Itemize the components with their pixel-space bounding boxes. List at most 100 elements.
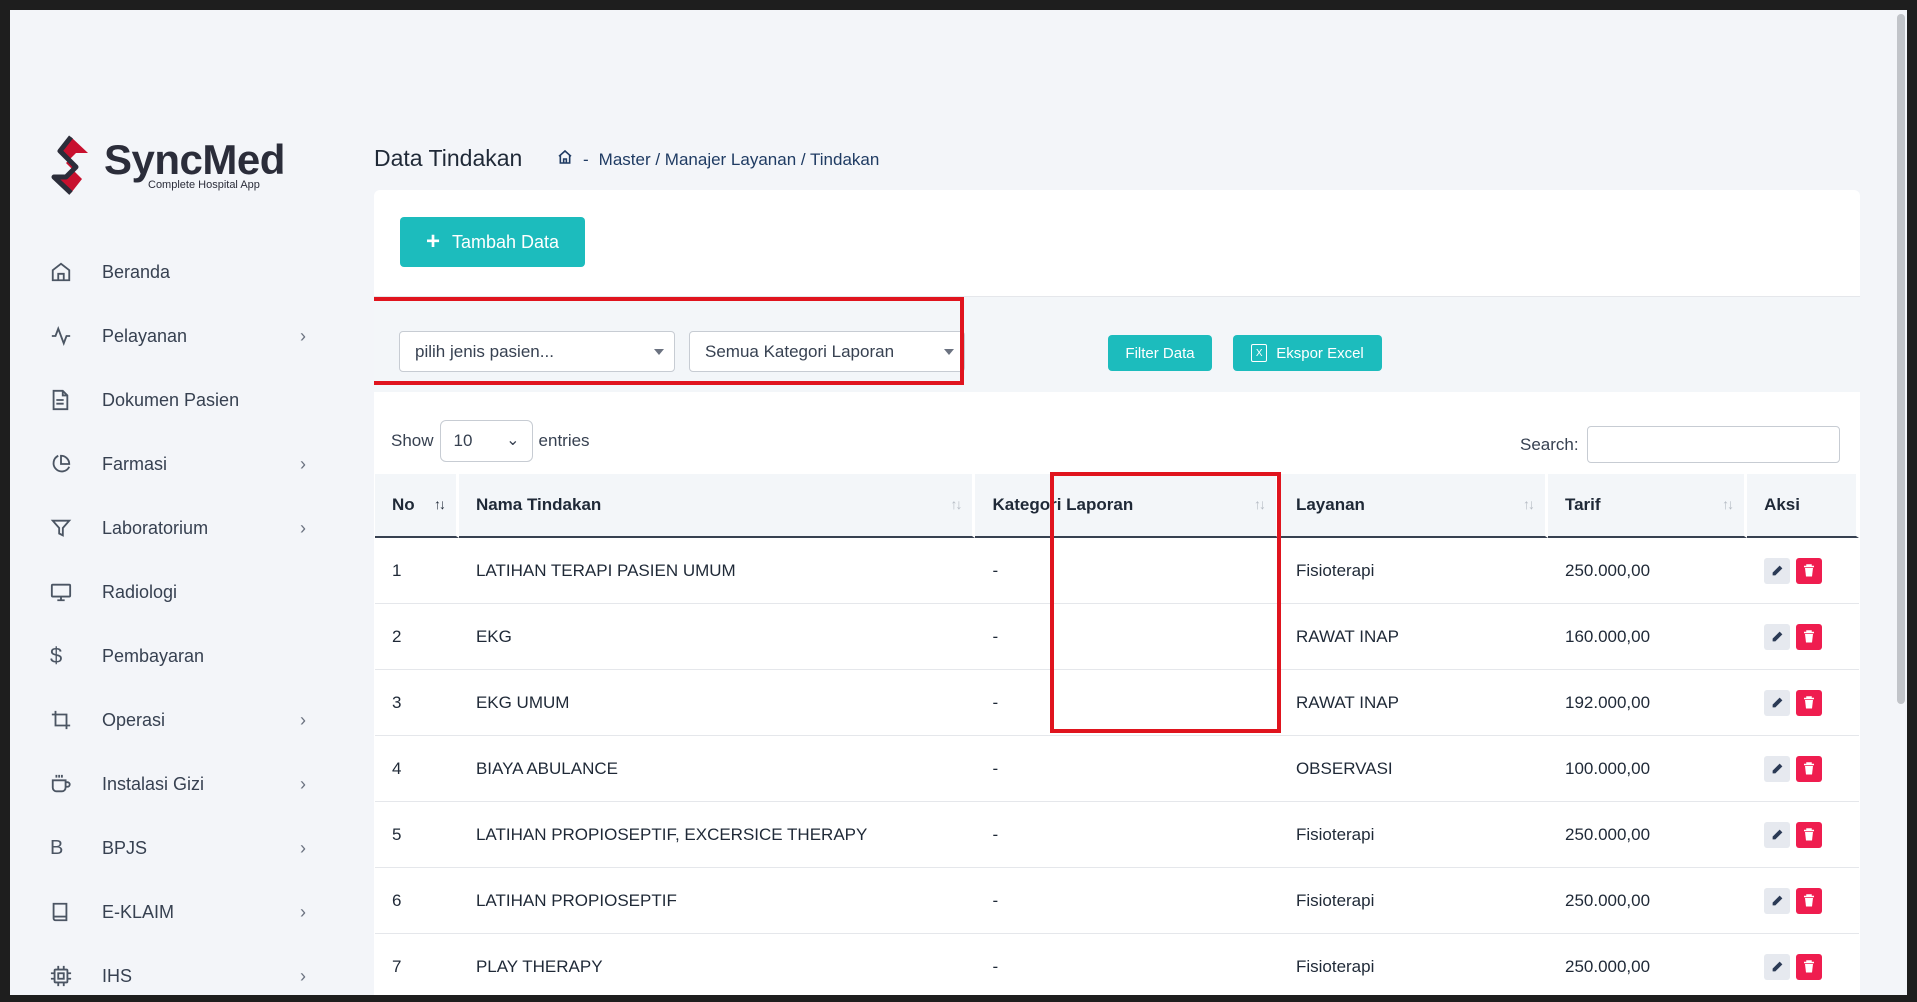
highlight-box-filters (374, 297, 964, 385)
sidebar-item-label: Instalasi Gizi (102, 773, 205, 794)
sort-icon: ↑↓ (1522, 496, 1535, 512)
sidebar-item-beranda[interactable]: Beranda (50, 240, 320, 304)
cell-tarif: 192.000,00 (1547, 670, 1748, 736)
sidebar-item-label: BPJS (102, 837, 148, 858)
sidebar-item-ihs[interactable]: IHS › (50, 944, 320, 995)
delete-button[interactable] (1796, 887, 1823, 914)
cell-no: 3 (375, 670, 459, 736)
sidebar-item-pelayanan[interactable]: Pelayanan › (50, 304, 320, 368)
syncmed-logo-icon (51, 135, 88, 195)
page-title: Data Tindakan (374, 145, 523, 171)
excel-file-icon: X (1251, 344, 1268, 362)
sidebar-item-operasi[interactable]: Operasi › (50, 688, 320, 752)
cell-aksi (1747, 868, 1859, 934)
pencil-icon (1772, 697, 1782, 708)
activity-icon (50, 324, 80, 348)
sidebar-item-label: Operasi (102, 709, 166, 730)
show-entries: Show 10 ⌄ entries (391, 420, 590, 462)
edit-button[interactable] (1764, 623, 1791, 650)
sidebar-item-e-klaim[interactable]: E-KLAIM › (50, 880, 320, 944)
table-row: 6 LATIHAN PROPIOSEPTIF - Fisioterapi 250.000… (375, 868, 1859, 934)
cell-nama-tindakan: EKG (458, 604, 976, 670)
pencil-icon (1772, 631, 1782, 642)
sidebar-item-label: Radiologi (102, 581, 178, 602)
cell-nama-tindakan: EKG UMUM (458, 670, 976, 736)
cell-aksi (1747, 538, 1859, 604)
pencil-icon (1772, 829, 1782, 840)
column-header-no[interactable]: No ↑↓ (375, 474, 459, 538)
sidebar-menu: Beranda Pelayanan › Dokumen Pasien Farma… (50, 240, 320, 995)
home-icon (50, 260, 80, 284)
app-window: SyncMed Complete Hospital App Beranda Pe… (10, 10, 1907, 995)
plus-icon: + (425, 228, 440, 255)
table-row: 5 LATIHAN PROPIOSEPTIF, EXCERSICE THERAPY… (375, 802, 1859, 868)
sidebar-item-pembayaran[interactable]: $ Pembayaran (50, 624, 320, 688)
edit-button[interactable] (1764, 887, 1791, 914)
cell-no: 7 (375, 934, 459, 995)
column-header-tarif[interactable]: Tarif ↑↓ (1547, 474, 1748, 538)
edit-button[interactable] (1764, 755, 1791, 782)
pie-chart-icon (50, 452, 80, 476)
table-search: Search: (1520, 426, 1840, 463)
sidebar-item-dokumen-pasien[interactable]: Dokumen Pasien (50, 368, 320, 432)
cell-tarif: 250.000,00 (1547, 538, 1748, 604)
sidebar-item-bpjs[interactable]: B BPJS › (50, 816, 320, 880)
delete-button[interactable] (1796, 557, 1823, 584)
page-length-value: 10 (453, 431, 473, 450)
dollar-icon: $ (50, 643, 63, 668)
chevron-down-icon: ⌄ (506, 432, 520, 449)
pencil-icon (1772, 961, 1782, 972)
page-length-select[interactable]: 10 ⌄ (439, 420, 533, 462)
cell-aksi (1747, 670, 1859, 736)
delete-button[interactable] (1796, 821, 1823, 848)
sidebar-item-instalasi-gizi[interactable]: Instalasi Gizi › (50, 752, 320, 816)
export-excel-button[interactable]: X Ekspor Excel (1233, 335, 1382, 371)
search-input[interactable] (1586, 426, 1840, 463)
filter-icon (50, 516, 80, 540)
delete-button[interactable] (1796, 953, 1823, 980)
trash-icon (1804, 564, 1815, 577)
scrollbar-thumb[interactable] (1897, 14, 1905, 704)
scrollbar[interactable] (1895, 10, 1907, 995)
sidebar-item-farmasi[interactable]: Farmasi › (50, 432, 320, 496)
add-data-button[interactable]: + Tambah Data (400, 217, 585, 267)
edit-button[interactable] (1764, 821, 1791, 848)
cell-no: 1 (375, 538, 459, 604)
breadcrumb-path[interactable]: Master / Manajer Layanan / Tindakan (599, 150, 880, 170)
cell-aksi (1747, 736, 1859, 802)
filter-data-button[interactable]: Filter Data (1108, 335, 1212, 371)
cell-aksi (1747, 802, 1859, 868)
chevron-right-icon: › (300, 709, 306, 730)
cell-tarif: 250.000,00 (1548, 934, 1747, 995)
sidebar-item-radiologi[interactable]: Radiologi (50, 560, 320, 624)
home-icon[interactable] (557, 149, 573, 170)
cell-tarif: 160.000,00 (1547, 604, 1748, 670)
delete-button[interactable] (1796, 755, 1823, 782)
cell-tarif: 250.000,00 (1547, 802, 1748, 868)
data-card: + Tambah Data pilih jenis pasien... Semu… (374, 190, 1860, 995)
highlight-box-kategori (1050, 472, 1281, 733)
cell-no: 4 (375, 736, 459, 802)
sidebar-item-label: IHS (102, 965, 133, 986)
edit-button[interactable] (1764, 557, 1791, 584)
edit-button[interactable] (1764, 689, 1791, 716)
cell-layanan: RAWAT INAP (1278, 670, 1548, 736)
delete-button[interactable] (1796, 689, 1823, 716)
brand-name: SyncMed (104, 136, 285, 183)
brand-logo[interactable]: SyncMed Complete Hospital App (48, 135, 285, 195)
chevron-right-icon: › (300, 517, 306, 538)
column-header-layanan[interactable]: Layanan ↑↓ (1278, 474, 1548, 538)
delete-button[interactable] (1796, 623, 1823, 650)
letter-b-icon: B (50, 836, 64, 859)
sidebar-item-label: Dokumen Pasien (102, 389, 240, 410)
edit-button[interactable] (1764, 953, 1791, 980)
table-row: 7 PLAY THERAPY - Fisioterapi 250.000,00 (375, 934, 1859, 995)
column-header-nama-tindakan[interactable]: Nama Tindakan ↑↓ (458, 474, 976, 538)
trash-icon (1804, 960, 1815, 973)
cell-tarif: 100.000,00 (1547, 736, 1748, 802)
sidebar-item-laboratorium[interactable]: Laboratorium › (50, 496, 320, 560)
sidebar: SyncMed Complete Hospital App Beranda Pe… (10, 10, 340, 995)
cell-kategori-laporan: - (975, 934, 1278, 995)
cell-kategori-laporan: - (975, 868, 1279, 934)
cup-icon (50, 772, 80, 796)
